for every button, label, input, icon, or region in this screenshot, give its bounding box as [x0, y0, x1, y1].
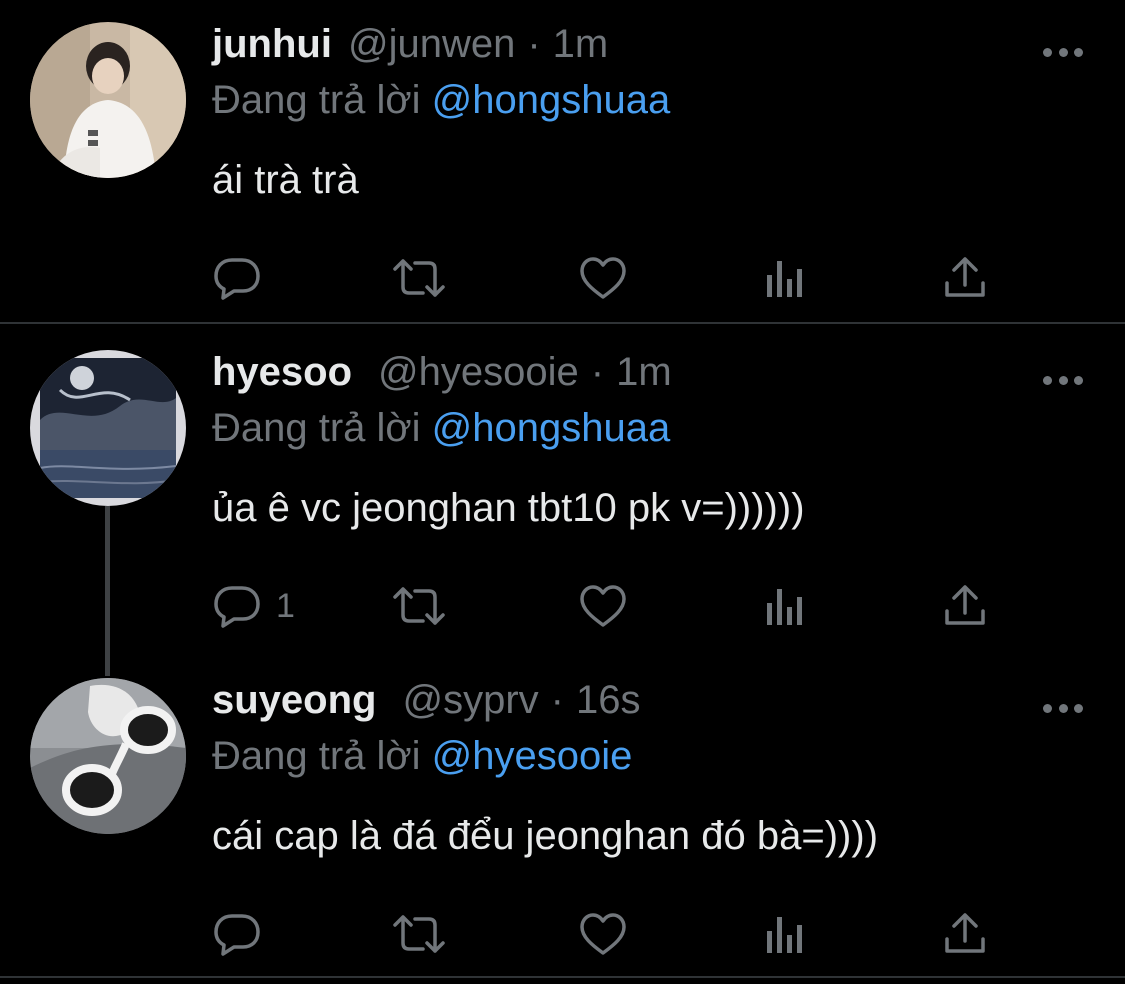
timestamp[interactable]: 16s — [576, 678, 641, 723]
replying-to-handle[interactable]: @hongshuaa — [432, 406, 671, 450]
views-icon — [767, 589, 802, 625]
reply-button[interactable] — [212, 906, 276, 962]
replying-to-handle[interactable]: @hongshuaa — [432, 78, 671, 122]
views-button[interactable] — [764, 250, 808, 306]
share-icon — [945, 913, 985, 953]
separator-dot: · — [527, 22, 541, 66]
heart-icon — [580, 257, 626, 299]
more-icon[interactable] — [1043, 698, 1083, 718]
avatar-photo-person-white-hoodie — [30, 22, 186, 178]
replying-to: Đang trả lời @hongshuaa — [212, 78, 670, 123]
views-icon — [767, 261, 802, 297]
tweet-suyeong[interactable]: suyeong @syprv · 16s Đang trả lời @hyeso… — [0, 678, 1125, 978]
user-handle[interactable]: @junwen — [348, 22, 515, 67]
retweet-icon — [393, 915, 445, 953]
user-handle[interactable]: @hyesooie — [378, 350, 579, 395]
like-button[interactable] — [578, 906, 628, 962]
tweet-divider — [0, 976, 1125, 978]
separator-dot: · — [550, 678, 564, 722]
reply-icon — [214, 586, 260, 628]
more-icon[interactable] — [1043, 370, 1083, 390]
like-button[interactable] — [578, 578, 628, 634]
timestamp[interactable]: 1m — [553, 22, 609, 67]
heart-icon — [580, 585, 626, 627]
share-button[interactable] — [942, 578, 988, 634]
tweet-text: cái cap là đá đểu jeonghan đó bà=)))) — [212, 814, 879, 858]
tweet-text: ủa ê vc jeonghan tbt10 pk v=)))))) — [212, 486, 805, 530]
replying-to-label: Đang trả lời — [212, 406, 421, 450]
tweet-hyesoo[interactable]: hyesoo @hyesooie · 1m Đang trả lời @hong… — [0, 350, 1125, 650]
replying-to: Đang trả lời @hyesooie — [212, 734, 632, 779]
reply-button[interactable] — [212, 250, 276, 306]
share-icon — [945, 257, 985, 297]
replying-to-label: Đang trả lời — [212, 734, 421, 778]
reply-count: 1 — [276, 586, 295, 625]
avatar-photo-moon-painting — [30, 350, 186, 506]
tweet-header: suyeong @syprv · 16s — [212, 678, 640, 738]
tweet-header: junhui @junwen · 1m — [212, 22, 608, 82]
separator-dot: · — [590, 350, 605, 394]
heart-icon — [580, 913, 626, 955]
like-button[interactable] — [578, 250, 628, 306]
tweet-junhui[interactable]: junhui @junwen · 1m Đang trả lời @hongsh… — [0, 22, 1125, 322]
views-button[interactable] — [764, 906, 808, 962]
display-name[interactable]: hyesoo — [212, 350, 352, 395]
more-icon[interactable] — [1043, 42, 1083, 62]
avatar[interactable] — [30, 22, 186, 178]
views-icon — [767, 917, 802, 953]
reply-icon — [214, 914, 260, 956]
retweet-button[interactable] — [392, 906, 446, 962]
avatar[interactable] — [30, 350, 186, 506]
tweet-text: ái trà trà — [212, 158, 359, 202]
timestamp[interactable]: 1m — [616, 350, 672, 395]
replying-to-label: Đang trả lời — [212, 78, 421, 122]
avatar-photo-sunglasses — [30, 678, 186, 834]
avatar[interactable] — [30, 678, 186, 834]
retweet-button[interactable] — [392, 250, 446, 306]
tweet-header: hyesoo @hyesooie · 1m — [212, 350, 672, 410]
share-button[interactable] — [942, 250, 988, 306]
reply-button[interactable]: 1 — [212, 578, 295, 634]
replying-to: Đang trả lời @hongshuaa — [212, 406, 670, 451]
retweet-icon — [393, 259, 445, 297]
retweet-icon — [393, 587, 445, 625]
action-bar — [212, 250, 1012, 306]
display-name[interactable]: junhui — [212, 22, 332, 67]
display-name[interactable]: suyeong — [212, 678, 376, 723]
replying-to-handle[interactable]: @hyesooie — [432, 734, 633, 778]
user-handle[interactable]: @syprv — [402, 678, 538, 723]
reply-icon — [214, 258, 260, 300]
tweet-divider — [0, 322, 1125, 324]
views-button[interactable] — [764, 578, 808, 634]
action-bar: 1 — [212, 578, 1012, 634]
retweet-button[interactable] — [392, 578, 446, 634]
share-icon — [945, 585, 985, 625]
share-button[interactable] — [942, 906, 988, 962]
action-bar — [212, 906, 1012, 962]
